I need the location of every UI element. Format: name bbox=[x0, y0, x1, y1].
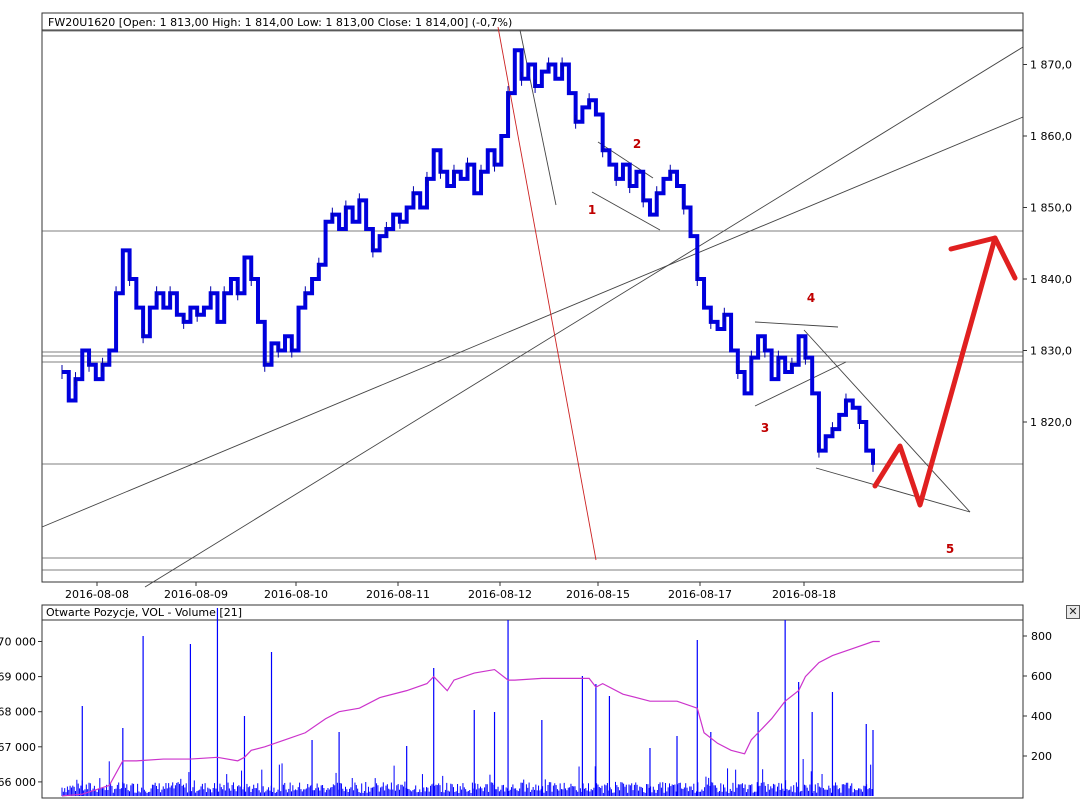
vol-y-tick-label-2: 400 bbox=[1031, 710, 1052, 723]
x-tick-label-0: 2016-08-08 bbox=[65, 588, 129, 601]
price-y-tick-label-0: 1 870,0 bbox=[1030, 59, 1072, 72]
x-tick-label-1: 2016-08-09 bbox=[164, 588, 228, 601]
x-tick-label-6: 2016-08-17 bbox=[668, 588, 732, 601]
x-tick-label-3: 2016-08-11 bbox=[366, 588, 430, 601]
chart-stage: FW20U1620 [Open: 1 813,00 High: 1 814,00… bbox=[0, 0, 1083, 804]
vol-y-tick-label-3: 200 bbox=[1031, 750, 1052, 763]
price-y-tick-label-1: 1 860,0 bbox=[1030, 130, 1072, 143]
oi-y-tick-label-0: 70 000 bbox=[0, 636, 36, 649]
wave-label-4: 4 bbox=[807, 291, 815, 305]
x-tick-label-2: 2016-08-10 bbox=[264, 588, 328, 601]
volume-panel-frame bbox=[41, 604, 1024, 799]
wave-label-5: 5 bbox=[946, 542, 954, 556]
x-tick-label-4: 2016-08-12 bbox=[468, 588, 532, 601]
close-icon[interactable]: ✕ bbox=[1066, 605, 1080, 619]
price-panel-frame bbox=[41, 12, 1024, 583]
vol-y-tick-label-0: 800 bbox=[1031, 630, 1052, 643]
x-tick-label-7: 2016-08-18 bbox=[772, 588, 836, 601]
volume-chart-title: Otwarte Pozycje, VOL - Volume [21] bbox=[46, 606, 242, 619]
x-tick-label-5: 2016-08-15 bbox=[566, 588, 630, 601]
price-y-tick-label-3: 1 840,0 bbox=[1030, 273, 1072, 286]
price-y-tick-label-4: 1 830,0 bbox=[1030, 345, 1072, 358]
price-y-tick-label-2: 1 850,0 bbox=[1030, 202, 1072, 215]
oi-y-tick-label-2: 68 000 bbox=[0, 706, 36, 719]
oi-y-tick-label-4: 66 000 bbox=[0, 776, 36, 789]
wave-label-3: 3 bbox=[761, 421, 769, 435]
wave-label-2: 2 bbox=[633, 137, 641, 151]
price-y-tick-label-5: 1 820,0 bbox=[1030, 416, 1072, 429]
vol-y-tick-label-1: 600 bbox=[1031, 670, 1052, 683]
chart-canvas: FW20U1620 [Open: 1 813,00 High: 1 814,00… bbox=[0, 12, 1072, 799]
oi-y-tick-label-1: 69 000 bbox=[0, 671, 36, 684]
oi-y-tick-label-3: 67 000 bbox=[0, 741, 36, 754]
wave-label-1: 1 bbox=[588, 203, 596, 217]
price-chart-title: FW20U1620 [Open: 1 813,00 High: 1 814,00… bbox=[48, 16, 512, 29]
